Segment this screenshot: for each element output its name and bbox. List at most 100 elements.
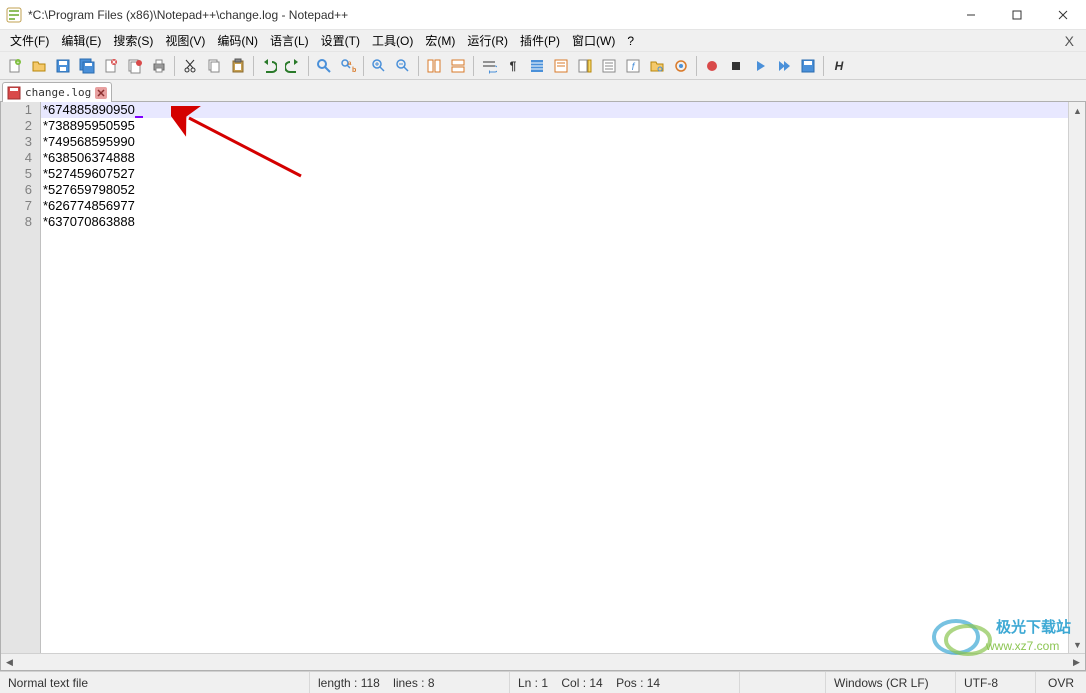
vertical-scrollbar[interactable]: ▲ ▼ <box>1068 102 1085 653</box>
menu-search[interactable]: 搜索(S) <box>107 30 159 51</box>
save-all-button[interactable] <box>76 55 98 77</box>
toolbar-separator <box>696 56 697 76</box>
editor-line: *638506374888 <box>41 150 1068 166</box>
svg-text:H: H <box>835 59 844 73</box>
copy-button[interactable] <box>203 55 225 77</box>
menu-encoding[interactable]: 编码(N) <box>211 30 264 51</box>
svg-text:b: b <box>352 67 356 74</box>
macro-save-button[interactable] <box>797 55 819 77</box>
line-number: 7 <box>1 198 32 214</box>
paste-button[interactable] <box>227 55 249 77</box>
line-number: 2 <box>1 118 32 134</box>
menu-file[interactable]: 文件(F) <box>4 30 55 51</box>
status-position: Ln : 1 Col : 14 Pos : 14 <box>510 672 740 693</box>
status-spacer <box>740 672 826 693</box>
line-number: 1 <box>1 102 32 118</box>
folder-workspace-button[interactable] <box>646 55 668 77</box>
editor-line: *527459607527 <box>41 166 1068 182</box>
line-number-gutter: 1 2 3 4 5 6 7 8 <box>1 102 41 653</box>
line-number: 3 <box>1 134 32 150</box>
menu-edit[interactable]: 编辑(E) <box>55 30 107 51</box>
open-file-button[interactable] <box>28 55 50 77</box>
print-button[interactable] <box>148 55 170 77</box>
macro-stop-button[interactable] <box>725 55 747 77</box>
toolbar-separator <box>418 56 419 76</box>
scroll-up-arrow[interactable]: ▲ <box>1069 102 1085 119</box>
svg-text:¶: ¶ <box>510 59 517 73</box>
maximize-button[interactable] <box>994 0 1040 29</box>
show-all-chars-button[interactable]: ¶ <box>502 55 524 77</box>
menu-window[interactable]: 窗口(W) <box>566 30 621 51</box>
menu-help[interactable]: ? <box>621 32 640 50</box>
macro-play-multi-button[interactable] <box>773 55 795 77</box>
file-modified-icon <box>7 86 21 100</box>
editor-line: *674885890950 <box>41 102 1068 118</box>
toolbar-separator <box>253 56 254 76</box>
toolbar-separator <box>308 56 309 76</box>
minimize-button[interactable] <box>948 0 994 29</box>
close-file-button[interactable] <box>100 55 122 77</box>
sync-vertical-button[interactable] <box>423 55 445 77</box>
word-wrap-button[interactable] <box>478 55 500 77</box>
tab-bar: change.log <box>0 80 1086 102</box>
status-insert-mode[interactable]: OVR <box>1036 672 1086 693</box>
indent-guide-button[interactable] <box>526 55 548 77</box>
scroll-track[interactable] <box>18 654 1068 670</box>
editor-line: *626774856977 <box>41 198 1068 214</box>
line-number: 5 <box>1 166 32 182</box>
new-file-button[interactable]: + <box>4 55 26 77</box>
function-list-button[interactable]: f <box>622 55 644 77</box>
menu-run[interactable]: 运行(R) <box>461 30 514 51</box>
window-controls <box>948 0 1086 29</box>
menu-plugins[interactable]: 插件(P) <box>514 30 566 51</box>
caret <box>135 104 143 118</box>
menu-settings[interactable]: 设置(T) <box>315 30 366 51</box>
line-number: 6 <box>1 182 32 198</box>
editor-line: *637070863888 <box>41 214 1068 230</box>
toolbar-separator <box>363 56 364 76</box>
status-encoding[interactable]: UTF-8 <box>956 672 1036 693</box>
spell-check-button[interactable]: H <box>828 55 850 77</box>
status-eol[interactable]: Windows (CR LF) <box>826 672 956 693</box>
monitor-button[interactable] <box>670 55 692 77</box>
close-button[interactable] <box>1040 0 1086 29</box>
status-length-lines: length : 118 lines : 8 <box>310 672 510 693</box>
tab-change-log[interactable]: change.log <box>2 82 112 102</box>
scroll-right-arrow[interactable]: ▶ <box>1068 654 1085 671</box>
user-lang-button[interactable] <box>550 55 572 77</box>
undo-button[interactable] <box>258 55 280 77</box>
text-editor[interactable]: *674885890950 *738895950595 *74956859599… <box>41 102 1068 653</box>
scroll-left-arrow[interactable]: ◀ <box>1 654 18 671</box>
close-document-button[interactable]: X <box>1057 33 1082 49</box>
tab-close-icon[interactable] <box>95 87 107 99</box>
macro-record-button[interactable] <box>701 55 723 77</box>
close-all-button[interactable] <box>124 55 146 77</box>
menu-view[interactable]: 视图(V) <box>159 30 211 51</box>
menu-language[interactable]: 语言(L) <box>264 30 315 51</box>
toolbar: + ba ¶ f H <box>0 52 1086 80</box>
menu-bar: 文件(F) 编辑(E) 搜索(S) 视图(V) 编码(N) 语言(L) 设置(T… <box>0 30 1086 52</box>
app-icon <box>6 7 22 23</box>
save-button[interactable] <box>52 55 74 77</box>
scroll-down-arrow[interactable]: ▼ <box>1069 636 1085 653</box>
macro-play-button[interactable] <box>749 55 771 77</box>
status-bar: Normal text file length : 118 lines : 8 … <box>0 671 1086 693</box>
editor-line: *749568595990 <box>41 134 1068 150</box>
find-button[interactable] <box>313 55 335 77</box>
editor-line: *527659798052 <box>41 182 1068 198</box>
redo-button[interactable] <box>282 55 304 77</box>
doc-list-button[interactable] <box>598 55 620 77</box>
replace-button[interactable]: ba <box>337 55 359 77</box>
menu-macro[interactable]: 宏(M) <box>419 30 461 51</box>
zoom-in-button[interactable] <box>368 55 390 77</box>
editor-line: *738895950595 <box>41 118 1068 134</box>
doc-map-button[interactable] <box>574 55 596 77</box>
tab-label: change.log <box>25 86 91 99</box>
horizontal-scrollbar[interactable]: ◀ ▶ <box>1 653 1085 670</box>
menu-tools[interactable]: 工具(O) <box>366 30 419 51</box>
title-bar: *C:\Program Files (x86)\Notepad++\change… <box>0 0 1086 30</box>
toolbar-separator <box>174 56 175 76</box>
sync-horizontal-button[interactable] <box>447 55 469 77</box>
zoom-out-button[interactable] <box>392 55 414 77</box>
cut-button[interactable] <box>179 55 201 77</box>
